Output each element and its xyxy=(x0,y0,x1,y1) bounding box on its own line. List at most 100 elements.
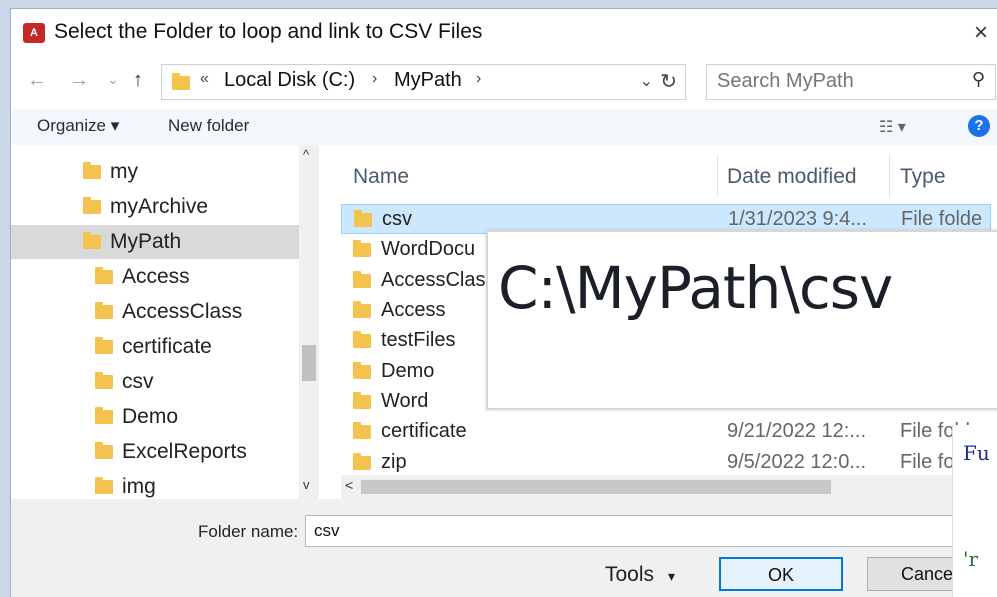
folder-icon xyxy=(353,331,371,348)
crumb-overflow-icon[interactable]: « xyxy=(200,70,209,88)
tree-item-label: Demo xyxy=(122,405,179,428)
folder-icon xyxy=(95,407,113,424)
file-list-hscrollbar[interactable]: < xyxy=(341,475,991,499)
code-snippet-fragment: Fu 'r xyxy=(952,425,997,597)
ok-button[interactable]: OK xyxy=(719,557,843,591)
tree-item-label: certificate xyxy=(122,335,212,358)
chevron-down-icon[interactable]: ⌄ xyxy=(640,71,653,91)
scrollbar-thumb[interactable] xyxy=(361,480,831,494)
folder-icon xyxy=(172,73,190,90)
tree-item-label: my xyxy=(110,160,138,183)
file-name: certificate xyxy=(381,420,467,442)
folder-icon xyxy=(95,302,113,319)
breadcrumb-local-disk[interactable]: Local Disk (C:) xyxy=(224,69,355,92)
file-name: Word xyxy=(381,390,429,412)
folder-icon xyxy=(83,232,101,249)
search-icon[interactable]: ⚲ xyxy=(972,69,985,90)
column-divider[interactable] xyxy=(717,155,718,197)
path-callout: C:\MyPath\csv xyxy=(486,230,997,410)
organize-button[interactable]: Organize ▾ xyxy=(37,116,119,136)
search-input[interactable] xyxy=(717,70,957,93)
file-type: File fo xyxy=(900,451,955,473)
file-date: 9/5/2022 12:0... xyxy=(727,451,867,473)
column-header-type[interactable]: Type xyxy=(900,165,946,189)
view-options-icon[interactable]: ☷ ▾ xyxy=(879,117,906,137)
column-header-date[interactable]: Date modified xyxy=(727,165,857,189)
file-name: csv xyxy=(382,208,412,230)
tree-item-accessclass[interactable]: AccessClass xyxy=(11,295,299,329)
new-folder-button[interactable]: New folder xyxy=(168,116,249,136)
folder-icon xyxy=(353,362,371,379)
folder-icon xyxy=(353,422,371,439)
folder-icon xyxy=(354,210,372,227)
folder-icon xyxy=(83,162,101,179)
up-arrow-icon[interactable]: ↑ xyxy=(133,69,143,92)
scroll-up-icon[interactable]: ^ xyxy=(303,147,309,162)
close-button[interactable]: × xyxy=(961,15,997,51)
folder-icon xyxy=(353,392,371,409)
file-name: AccessClas xyxy=(381,269,486,291)
tree-item-label: Access xyxy=(122,265,190,288)
code-line: Fu xyxy=(963,441,990,465)
path-callout-text: C:\MyPath\csv xyxy=(498,254,893,322)
tree-item-demo[interactable]: Demo xyxy=(11,400,299,434)
chevron-right-icon[interactable]: › xyxy=(476,70,481,88)
tree-item-label: ExcelReports xyxy=(122,440,247,463)
tree-item-myarchive[interactable]: myArchive xyxy=(11,190,299,224)
tree-item-label: myArchive xyxy=(110,195,209,218)
tools-button[interactable]: Tools ▾ xyxy=(605,563,675,587)
tree-item-label: csv xyxy=(122,370,154,393)
chevron-down-icon: ▾ xyxy=(668,568,676,584)
folder-icon xyxy=(83,197,101,214)
access-app-icon: A xyxy=(23,23,45,43)
folder-icon xyxy=(353,271,371,288)
tree-scrollbar[interactable]: ^ v xyxy=(299,145,319,499)
file-name: zip xyxy=(381,451,407,473)
scroll-down-icon[interactable]: v xyxy=(303,477,310,492)
search-box[interactable]: ⚲ xyxy=(706,64,996,100)
file-name: Demo xyxy=(381,360,435,382)
scrollbar-thumb[interactable] xyxy=(302,345,316,381)
navigation-tree: my myArchive MyPath Access AccessClass c… xyxy=(11,145,321,499)
recent-locations-icon[interactable]: ⌄ xyxy=(107,71,119,88)
chevron-right-icon[interactable]: › xyxy=(372,70,377,88)
back-arrow-icon[interactable]: ← xyxy=(27,69,47,92)
folder-name-field[interactable] xyxy=(305,515,955,547)
file-name: testFiles xyxy=(381,329,456,351)
folder-icon xyxy=(95,477,113,494)
folder-icon xyxy=(353,240,371,257)
column-divider[interactable] xyxy=(889,155,890,197)
scroll-left-icon[interactable]: < xyxy=(345,477,353,493)
help-icon[interactable]: ? xyxy=(968,115,990,137)
navigation-bar: ← → ⌄ ↑ « Local Disk (C:) › MyPath › ⌄ ↻… xyxy=(11,61,997,103)
file-name: Access xyxy=(381,299,446,321)
file-date: 1/31/2023 9:4... xyxy=(728,208,868,230)
folder-icon xyxy=(95,442,113,459)
forward-arrow-icon[interactable]: → xyxy=(69,69,89,92)
tree-item-access[interactable]: Access xyxy=(11,260,299,294)
file-date: 9/21/2022 12:... xyxy=(727,420,867,442)
tree-item-certificate[interactable]: certificate xyxy=(11,330,299,364)
tools-label: Tools xyxy=(605,563,655,586)
command-toolbar: Organize ▾ New folder ☷ ▾ ? xyxy=(11,109,997,145)
file-row-zip[interactable]: zip 9/5/2022 12:0... File fo xyxy=(341,448,991,478)
title-bar: A Select the Folder to loop and link to … xyxy=(11,9,997,57)
tree-item-mypath[interactable]: MyPath xyxy=(11,225,299,259)
tree-item-my[interactable]: my xyxy=(11,155,299,189)
file-name: WordDocu xyxy=(381,238,476,260)
dialog-footer: Folder name: Tools▾ OK Cancel xyxy=(11,499,997,597)
file-type: File folde xyxy=(901,208,983,230)
folder-icon xyxy=(95,372,113,389)
folder-icon xyxy=(353,301,371,318)
code-comment: 'r xyxy=(963,547,979,571)
breadcrumb-mypath[interactable]: MyPath xyxy=(394,69,462,92)
address-bar[interactable]: « Local Disk (C:) › MyPath › ⌄ ↻ xyxy=(161,64,686,100)
column-header-name[interactable]: Name xyxy=(353,165,409,189)
tree-item-csv[interactable]: csv xyxy=(11,365,299,399)
dialog-title: Select the Folder to loop and link to CS… xyxy=(54,20,483,43)
refresh-icon[interactable]: ↻ xyxy=(660,69,677,94)
folder-name-label: Folder name: xyxy=(198,522,299,541)
folder-icon xyxy=(95,337,113,354)
file-row-certificate[interactable]: certificate 9/21/2022 12:... File folde xyxy=(341,417,991,447)
tree-item-excelreports[interactable]: ExcelReports xyxy=(11,435,299,469)
